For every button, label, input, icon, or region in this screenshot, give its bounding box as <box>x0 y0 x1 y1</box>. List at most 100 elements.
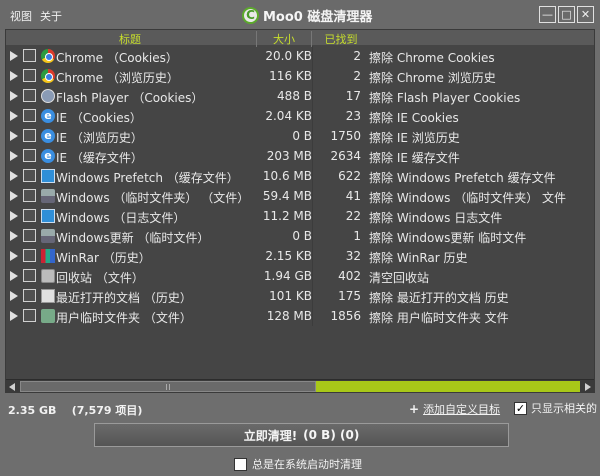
add-custom-target[interactable]: + 添加自定义目标 <box>409 401 500 417</box>
table-row[interactable]: e IE （Cookies） 2.04 KB 23 擦除 IE Cookies <box>6 106 594 126</box>
row-checkbox[interactable] <box>23 69 36 82</box>
table-header: 标题 大小 已找到 <box>6 30 594 47</box>
row-title: 用户临时文件夹 （文件） <box>56 311 192 325</box>
table-row[interactable]: Windows （日志文件） 11.2 MB 22 擦除 Windows 日志文件 <box>6 206 594 226</box>
column-header-found[interactable]: 已找到 <box>313 31 369 47</box>
cleanup-table: 标题 大小 已找到 Chrome （Cookies） 20.0 KB 2 擦除 Chr… <box>5 29 595 393</box>
row-title: WinRar （历史） <box>56 251 151 265</box>
ie-icon: e <box>41 109 55 123</box>
table-row[interactable]: 用户临时文件夹 （文件） 128 MB 1856 擦除 用户临时文件夹 文件 <box>6 306 594 326</box>
row-description: 擦除 Windows Prefetch 缓存文件 <box>369 171 556 185</box>
menu-view[interactable]: 视图 <box>10 8 32 24</box>
row-description: 擦除 Windows （临时文件夹） 文件 <box>369 191 567 205</box>
row-found-count: 2 <box>353 69 361 83</box>
expand-arrow-icon[interactable] <box>10 311 18 321</box>
table-row[interactable]: 回收站 （文件） 1.94 GB 402 清空回收站 <box>6 266 594 286</box>
row-checkbox[interactable] <box>23 269 36 282</box>
only-relevant-toggle[interactable]: ✓ 只显示相关的 <box>514 400 597 416</box>
expand-arrow-icon[interactable] <box>10 111 18 121</box>
table-row[interactable]: e IE （浏览历史） 0 B 1750 擦除 IE 浏览历史 <box>6 126 594 146</box>
row-title: Windows更新 （临时文件） <box>56 231 210 245</box>
table-row[interactable]: 最近打开的文档 （历史） 101 KB 175 擦除 最近打开的文档 历史 <box>6 286 594 306</box>
clean-summary: (0 B) (0) <box>303 428 360 442</box>
row-size: 11.2 MB <box>262 209 312 223</box>
recent-docs-icon <box>41 289 55 303</box>
table-row[interactable]: Chrome （浏览历史） 116 KB 2 擦除 Chrome 浏览历史 <box>6 66 594 86</box>
row-checkbox[interactable] <box>23 309 36 322</box>
total-items: (7,579 项目) <box>71 404 143 417</box>
maximize-button[interactable]: □ <box>558 6 575 23</box>
total-summary: 2.35 GB (7,579 项目) <box>8 402 142 418</box>
expand-arrow-icon[interactable] <box>10 131 18 141</box>
row-checkbox[interactable] <box>23 109 36 122</box>
row-checkbox[interactable] <box>23 289 36 302</box>
plus-icon: + <box>409 402 420 416</box>
table-row[interactable]: Windows （临时文件夹） （文件） 59.4 MB 41 擦除 Windows … <box>6 186 594 206</box>
table-row[interactable]: e IE （缓存文件） 203 MB 2634 擦除 IE 缓存文件 <box>6 146 594 166</box>
expand-arrow-icon[interactable] <box>10 251 18 261</box>
add-custom-target-link[interactable]: 添加自定义目标 <box>423 401 500 417</box>
monitor-icon <box>41 209 55 223</box>
winrar-icon <box>41 249 55 263</box>
row-title: Windows （日志文件） <box>56 211 186 225</box>
scroll-right-arrow-icon[interactable] <box>585 383 591 391</box>
only-relevant-label: 只显示相关的 <box>531 402 597 415</box>
row-checkbox[interactable] <box>23 149 36 162</box>
flash-icon <box>41 89 55 103</box>
row-title: Chrome （Cookies） <box>56 51 178 65</box>
app-logo-icon: C <box>242 6 259 24</box>
minimize-button[interactable]: — <box>539 6 556 23</box>
table-row[interactable]: WinRar （历史） 2.15 KB 32 擦除 WinRar 历史 <box>6 246 594 266</box>
expand-arrow-icon[interactable] <box>10 191 18 201</box>
autostart-checkbox[interactable] <box>234 457 247 471</box>
row-description: 擦除 Windows 日志文件 <box>369 211 503 225</box>
expand-arrow-icon[interactable] <box>10 91 18 101</box>
row-description: 擦除 Chrome 浏览历史 <box>369 71 496 85</box>
app-title: C Moo0 磁盘清理器 <box>242 6 373 25</box>
row-size: 116 KB <box>269 69 312 83</box>
row-found-count: 1750 <box>330 129 361 143</box>
table-row[interactable]: Windows更新 （临时文件） 0 B 1 擦除 Windows更新 临时文件 <box>6 226 594 246</box>
row-found-count: 17 <box>345 89 361 103</box>
horizontal-scrollbar[interactable] <box>6 379 594 393</box>
expand-arrow-icon[interactable] <box>10 151 18 161</box>
autostart-toggle[interactable]: 总是在系统启动时清理 <box>234 456 362 472</box>
row-checkbox[interactable] <box>23 129 36 142</box>
row-checkbox[interactable] <box>23 249 36 262</box>
row-title: Windows （临时文件夹） （文件） <box>56 191 250 205</box>
app-title-text: Moo0 磁盘清理器 <box>263 9 373 25</box>
menu-about[interactable]: 关于 <box>40 8 62 24</box>
expand-arrow-icon[interactable] <box>10 71 18 81</box>
row-checkbox[interactable] <box>23 169 36 182</box>
table-row[interactable]: Chrome （Cookies） 20.0 KB 2 擦除 Chrome Cookie… <box>6 46 594 66</box>
expand-arrow-icon[interactable] <box>10 171 18 181</box>
row-checkbox[interactable] <box>23 49 36 62</box>
clean-now-button[interactable]: 立即清理! (0 B) (0) <box>94 423 509 447</box>
row-checkbox[interactable] <box>23 229 36 242</box>
row-found-count: 22 <box>345 209 361 223</box>
row-found-count: 1856 <box>330 309 361 323</box>
row-checkbox[interactable] <box>23 89 36 102</box>
scrollbar-thumb[interactable] <box>20 381 316 392</box>
row-found-count: 175 <box>338 289 361 303</box>
row-found-count: 622 <box>338 169 361 183</box>
expand-arrow-icon[interactable] <box>10 271 18 281</box>
scroll-left-arrow-icon[interactable] <box>9 383 15 391</box>
row-title: IE （浏览历史） <box>56 131 143 145</box>
row-description: 擦除 最近打开的文档 历史 <box>369 291 509 305</box>
chrome-icon <box>41 49 55 63</box>
row-size: 2.04 KB <box>265 109 312 123</box>
close-button[interactable]: ✕ <box>577 6 594 23</box>
expand-arrow-icon[interactable] <box>10 51 18 61</box>
row-checkbox[interactable] <box>23 209 36 222</box>
column-header-size[interactable]: 大小 <box>256 31 312 47</box>
column-header-title[interactable]: 标题 <box>6 31 254 47</box>
expand-arrow-icon[interactable] <box>10 231 18 241</box>
table-row[interactable]: Windows Prefetch （缓存文件） 10.6 MB 622 擦除 Wind… <box>6 166 594 186</box>
only-relevant-checkbox[interactable]: ✓ <box>514 401 527 415</box>
row-checkbox[interactable] <box>23 189 36 202</box>
grip-icon <box>166 384 170 390</box>
expand-arrow-icon[interactable] <box>10 211 18 221</box>
table-row[interactable]: Flash Player （Cookies） 488 B 17 擦除 Flash Pl… <box>6 86 594 106</box>
expand-arrow-icon[interactable] <box>10 291 18 301</box>
